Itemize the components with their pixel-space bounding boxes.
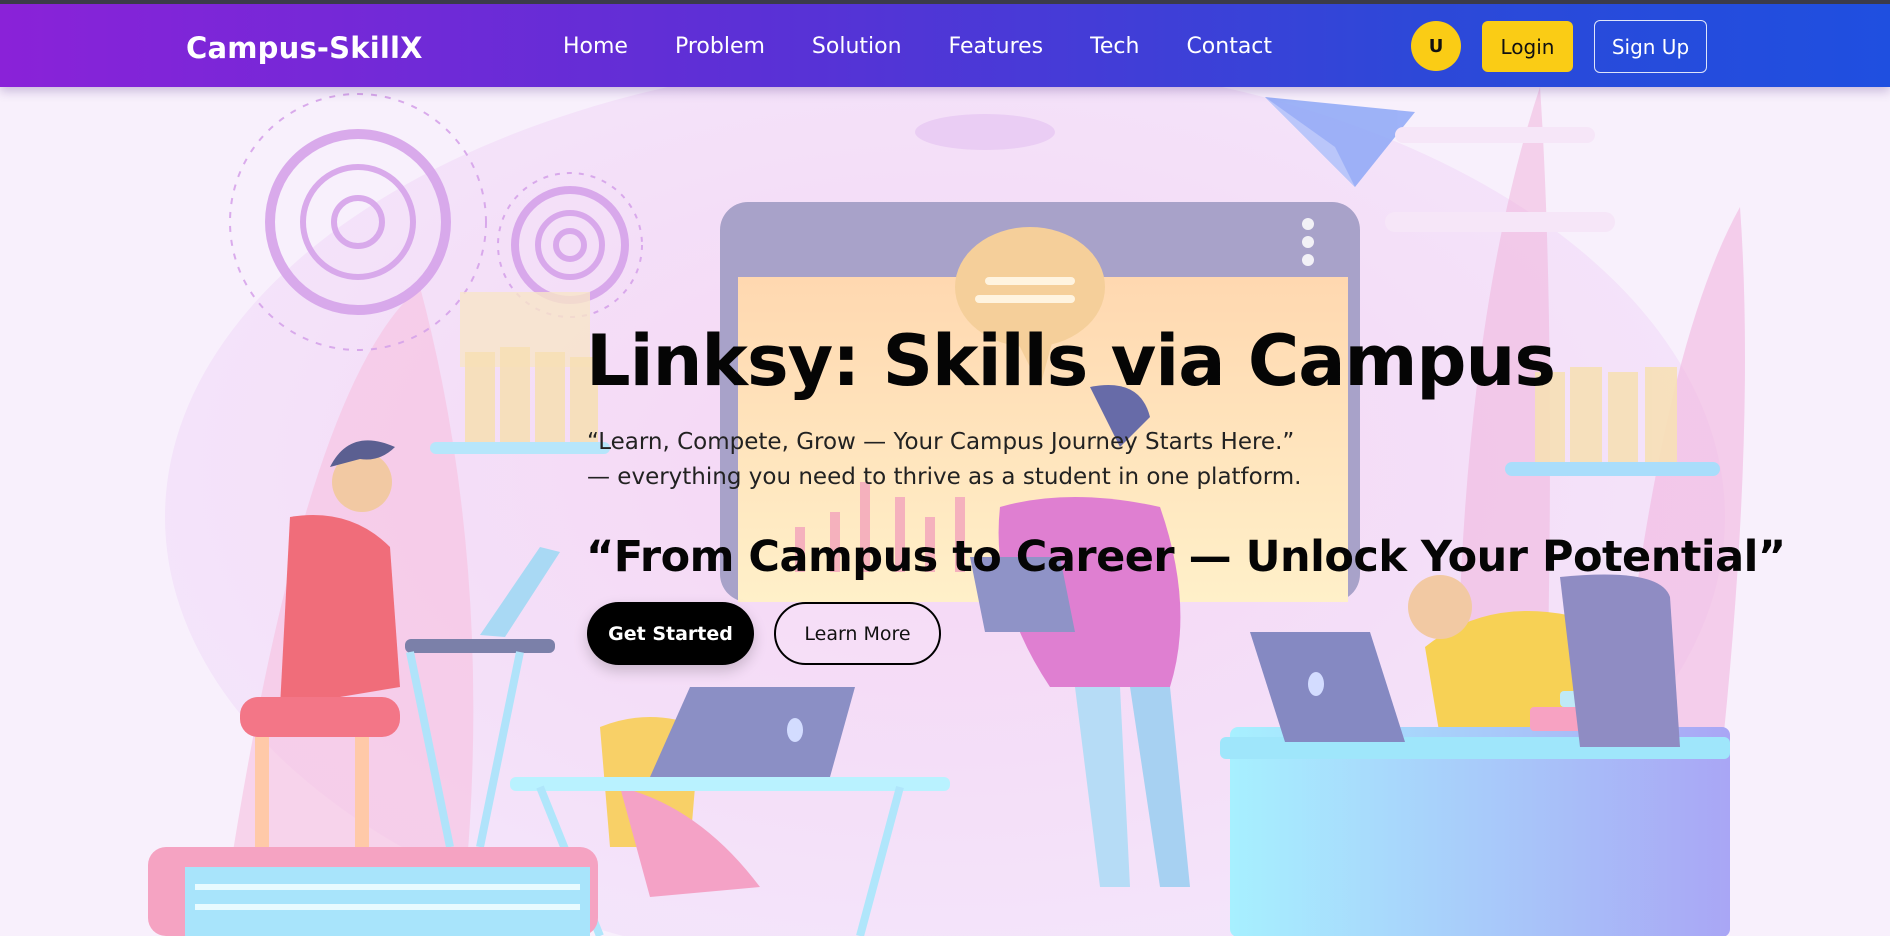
nav-link-features[interactable]: Features — [949, 34, 1044, 59]
signup-button[interactable]: Sign Up — [1594, 20, 1707, 73]
nav-link-contact[interactable]: Contact — [1186, 34, 1272, 59]
get-started-button[interactable]: Get Started — [587, 602, 754, 665]
nav-link-tech[interactable]: Tech — [1090, 34, 1139, 59]
nav-link-home[interactable]: Home — [563, 34, 628, 59]
top-navbar: Campus-SkillX Home Problem Solution Feat… — [0, 4, 1890, 87]
hero-subtitle: “Learn, Compete, Grow — Your Campus Jour… — [587, 429, 1302, 490]
login-button[interactable]: Login — [1482, 21, 1573, 72]
nav-links: Home Problem Solution Features Tech Cont… — [563, 34, 1319, 59]
window-top-border — [0, 0, 1890, 4]
nav-link-solution[interactable]: Solution — [812, 34, 902, 59]
learn-more-button[interactable]: Learn More — [774, 602, 941, 665]
hero-tagline: “From Campus to Career — Unlock Your Pot… — [586, 532, 1786, 582]
hero-title: Linksy: Skills via Campus — [586, 320, 1556, 402]
user-avatar[interactable]: U — [1411, 21, 1461, 71]
hero-section: Linksy: Skills via Campus “Learn, Compet… — [0, 0, 1890, 936]
nav-link-problem[interactable]: Problem — [675, 34, 765, 59]
brand-logo[interactable]: Campus-SkillX — [186, 31, 423, 65]
